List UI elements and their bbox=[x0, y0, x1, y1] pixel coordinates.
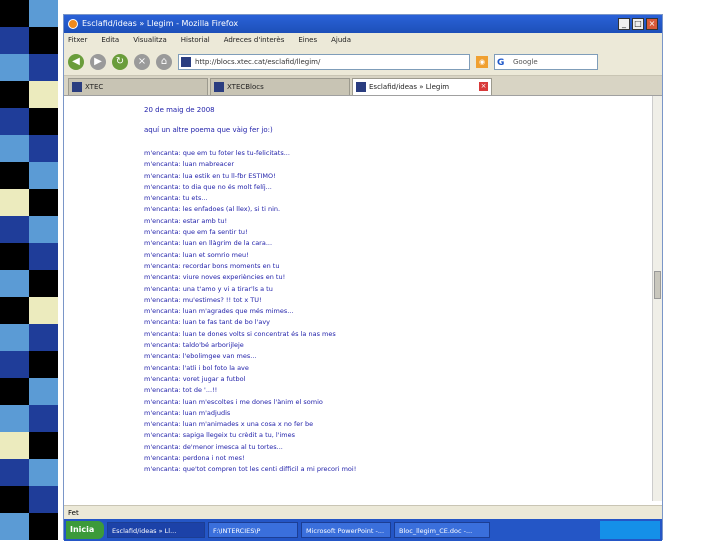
poem-lines: m'encanta: que em tu foter les tu-felici… bbox=[144, 148, 356, 476]
status-text: Fet bbox=[68, 509, 79, 517]
poem-line: m'encanta: estar amb tu! bbox=[144, 216, 228, 225]
menu-bookmarks[interactable]: Adreces d'interès bbox=[224, 33, 285, 48]
taskbar-item-powerpoint[interactable]: Microsoft PowerPoint -... bbox=[301, 522, 391, 538]
poem-line: m'encanta: tu ets... bbox=[144, 194, 208, 203]
poem-line: m'encanta: sapiga llegeix tu crèdit a tu… bbox=[144, 431, 295, 440]
taskbar: Inicia Esclafid/ideas » Ll... F:\INTERCI… bbox=[64, 519, 662, 541]
rss-icon[interactable]: ◉ bbox=[476, 55, 488, 68]
poem-line: m'encanta: que em fa sentir tu! bbox=[144, 228, 248, 237]
poem-line: m'encanta: l'atli i bol foto la ave bbox=[144, 363, 249, 372]
reload-icon[interactable]: ↻ bbox=[112, 53, 128, 70]
browser-window: Esclafid/ideas » Llegim - Mozilla Firefo… bbox=[63, 14, 663, 541]
menu-tools[interactable]: Eines bbox=[298, 33, 317, 48]
site-favicon bbox=[181, 56, 191, 67]
post-date: 20 de maig de 2008 bbox=[144, 106, 215, 114]
decorative-stripe bbox=[0, 0, 58, 540]
poem-line: m'encanta: taldo'bé arborijleje bbox=[144, 341, 244, 350]
poem-line: m'encanta: les enfadoes (al llex), si ti… bbox=[144, 205, 281, 214]
tab-xtecblocs[interactable]: XTECBlocs bbox=[210, 78, 350, 95]
poem-line: m'encanta: l'ebolimgee van mes... bbox=[144, 352, 257, 361]
start-button[interactable]: Inicia bbox=[66, 521, 104, 539]
tab-favicon bbox=[72, 82, 82, 92]
tab-label: Esclafid/ideas » Llegim bbox=[369, 83, 450, 91]
taskbar-item-firefox[interactable]: Esclafid/ideas » Ll... bbox=[107, 522, 205, 538]
close-tab-icon[interactable]: × bbox=[479, 82, 488, 91]
system-tray bbox=[600, 521, 660, 539]
poem-line: m'encanta: luan m'adjudis bbox=[144, 408, 231, 417]
poem-line: m'encanta: una t'amo y vi a tirar'ls a t… bbox=[144, 284, 273, 293]
poem-line: m'encanta: lua estik en tu ll-fbr ESTIMO… bbox=[144, 171, 276, 180]
url-text: http://blocs.xtec.cat/esclafid/llegim/ bbox=[195, 57, 321, 66]
tab-label: XTECBlocs bbox=[227, 83, 264, 91]
poem-line: m'encanta: luan mabreacer bbox=[144, 160, 234, 169]
poem-line: m'encanta: luan m'agrades que més mimes.… bbox=[144, 307, 294, 316]
url-field[interactable]: http://blocs.xtec.cat/esclafid/llegim/ bbox=[178, 53, 470, 70]
poem-line: m'encanta: to dia que no és molt felíj..… bbox=[144, 182, 272, 191]
firefox-icon bbox=[68, 19, 78, 29]
poem-line: m'encanta: que'tot compren tot les centi… bbox=[144, 465, 357, 474]
search-placeholder: Google bbox=[513, 57, 538, 66]
poem-line: m'encanta: de'menor imesca al tu tortes.… bbox=[144, 442, 283, 451]
poem-line: m'encanta: voret jugar a futbol bbox=[144, 374, 246, 383]
menu-file[interactable]: Fitxer bbox=[68, 33, 87, 48]
status-bar: Fet bbox=[64, 505, 662, 519]
google-icon: G bbox=[497, 57, 505, 68]
tab-favicon bbox=[356, 82, 366, 92]
poem-line: m'encanta: perdona i not mes! bbox=[144, 454, 245, 463]
menu-help[interactable]: Ajuda bbox=[331, 33, 351, 48]
search-input[interactable]: G Google bbox=[494, 53, 598, 70]
back-icon[interactable]: ◀ bbox=[68, 53, 84, 70]
minimize-button[interactable]: _ bbox=[618, 18, 630, 30]
tab-bar: XTEC XTECBlocs Esclafid/ideas » Llegim × bbox=[64, 76, 662, 96]
vertical-scrollbar[interactable] bbox=[652, 96, 662, 501]
maximize-button[interactable]: □ bbox=[632, 18, 644, 30]
post-intro: aquí un altre poema que vàig fer jo:) bbox=[144, 126, 273, 134]
tab-xtec[interactable]: XTEC bbox=[68, 78, 208, 95]
navigation-toolbar: ◀ ▶ ↻ × ⌂ http://blocs.xtec.cat/esclafid… bbox=[64, 48, 662, 76]
poem-line: m'encanta: que em tu foter les tu-felici… bbox=[144, 149, 290, 157]
poem-line: m'encanta: recordar bons moments en tu bbox=[144, 261, 280, 270]
title-bar[interactable]: Esclafid/ideas » Llegim - Mozilla Firefo… bbox=[64, 15, 662, 33]
scrollbar-thumb[interactable] bbox=[654, 271, 661, 299]
home-icon[interactable]: ⌂ bbox=[156, 53, 172, 70]
poem-line: m'encanta: tot de '...!! bbox=[144, 386, 218, 395]
poem-line: m'encanta: luan m'animades x una cosa x … bbox=[144, 420, 314, 429]
tab-llegim[interactable]: Esclafid/ideas » Llegim × bbox=[352, 78, 492, 95]
stop-icon[interactable]: × bbox=[134, 53, 150, 70]
forward-icon[interactable]: ▶ bbox=[90, 53, 106, 70]
poem-line: m'encanta: luan te dones volts si concen… bbox=[144, 329, 336, 338]
poem-line: m'encanta: mu'estimes? !! tot x TU! bbox=[144, 295, 262, 304]
taskbar-item-folder[interactable]: F:\INTERCIES\P bbox=[208, 522, 298, 538]
menu-bar: Fitxer Edita Visualitza Historial Adrece… bbox=[64, 33, 662, 48]
poem-line: m'encanta: luan m'escoltes i me dones l'… bbox=[144, 397, 323, 406]
menu-view[interactable]: Visualitza bbox=[133, 33, 167, 48]
poem-line: m'encanta: viure noves experiències en t… bbox=[144, 273, 286, 282]
poem-line: m'encanta: luan te fas tant de bo l'avy bbox=[144, 318, 271, 327]
page-content: 20 de maig de 2008 aquí un altre poema q… bbox=[64, 96, 654, 501]
poem-line: m'encanta: luan en llàgrim de la cara... bbox=[144, 239, 273, 248]
window-title: Esclafid/ideas » Llegim - Mozilla Firefo… bbox=[82, 19, 239, 28]
menu-history[interactable]: Historial bbox=[181, 33, 210, 48]
menu-edit[interactable]: Edita bbox=[101, 33, 119, 48]
tab-favicon bbox=[214, 82, 224, 92]
taskbar-item-word[interactable]: Bloc_llegim_CE.doc -... bbox=[394, 522, 490, 538]
tab-label: XTEC bbox=[85, 83, 104, 91]
close-button[interactable]: × bbox=[646, 18, 658, 30]
poem-line: m'encanta: luan et somrio meu! bbox=[144, 250, 249, 259]
